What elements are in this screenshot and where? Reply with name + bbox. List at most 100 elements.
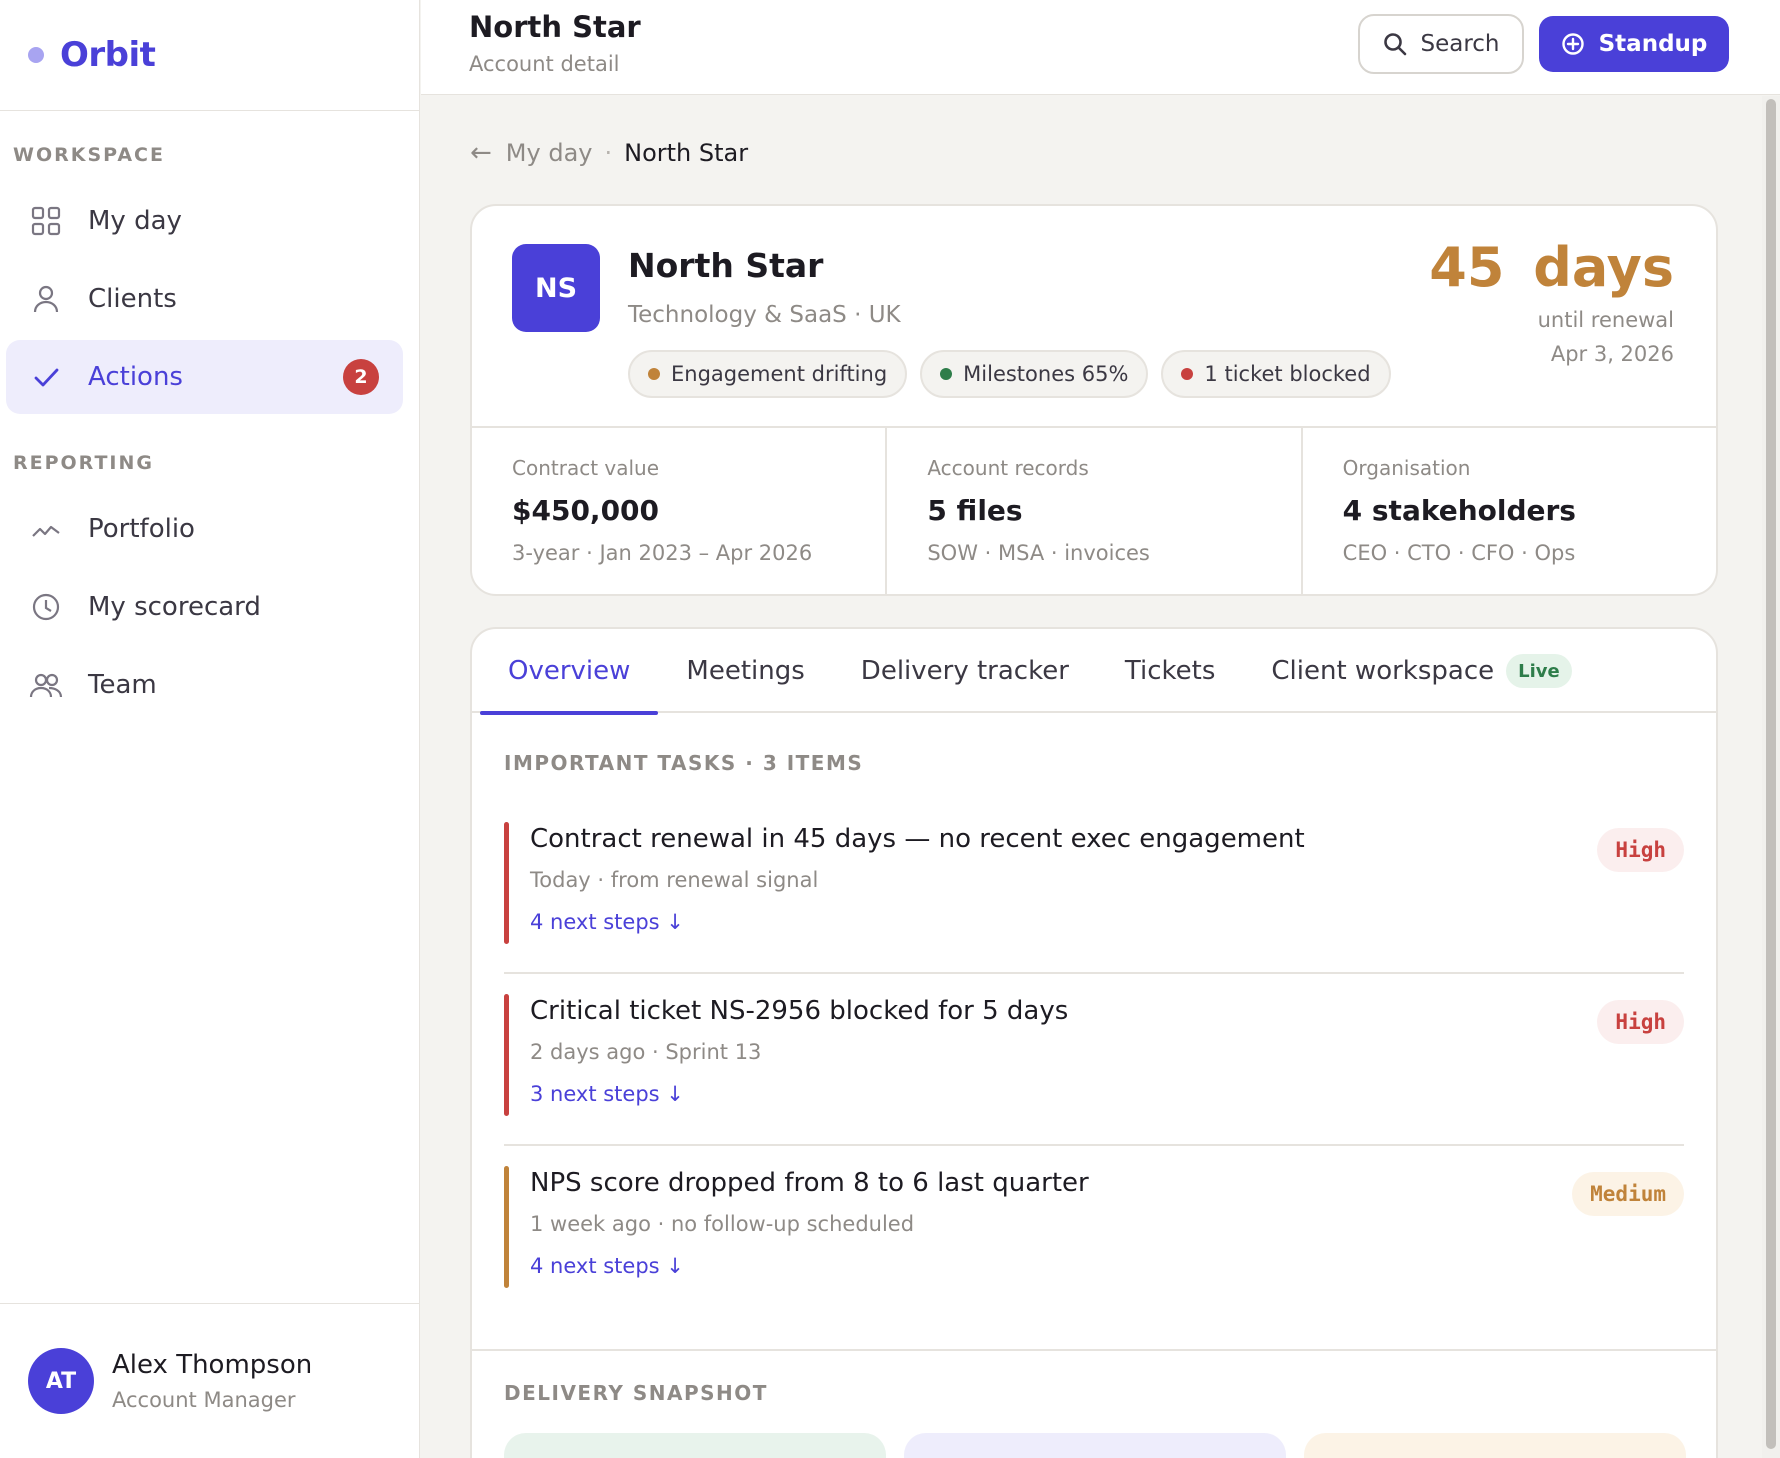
task-item[interactable]: Critical ticket NS-2956 blocked for 5 da… [504,994,1684,1116]
important-tasks-heading: IMPORTANT TASKS · 3 ITEMS [504,751,864,775]
sidebar-item-portfolio[interactable]: Portfolio [6,492,403,566]
stat-organisation[interactable]: Organisation 4 stakeholders CEO · CTO · … [1303,428,1716,594]
trend-icon [28,511,64,547]
user-profile[interactable]: AT Alex Thompson Account Manager [0,1303,419,1458]
stat-contract-value[interactable]: Contract value $450,000 3-year · Jan 202… [472,428,888,594]
task-title: Critical ticket NS-2956 blocked for 5 da… [530,996,1069,1026]
tab-overview[interactable]: Overview [480,629,659,715]
snapshot-tile[interactable] [1304,1433,1686,1458]
standup-button[interactable]: Standup [1539,16,1729,72]
renewal-days: 45 days [1429,236,1674,299]
brand-name: Orbit [60,35,156,75]
sidebar-item-label: Portfolio [88,514,195,544]
tab-label: Tickets [1124,656,1216,686]
status-pill-tickets: 1 ticket blocked [1161,350,1391,398]
snapshot-tile[interactable] [504,1433,886,1458]
actions-count-badge: 2 [343,359,379,395]
next-steps-link[interactable]: 4 next steps ↓ [530,1254,684,1278]
section-label-reporting: REPORTING [13,452,154,474]
status-pill-label: Milestones 65% [963,362,1129,386]
clock-icon [28,589,64,625]
live-badge: Live [1506,654,1572,688]
stat-sub: CEO · CTO · CFO · Ops [1342,541,1576,565]
user-name: Alex Thompson [112,1350,313,1380]
sidebar-item-my-day[interactable]: My day [6,184,403,258]
breadcrumb-link-my-day[interactable]: My day [506,139,593,167]
next-steps-link[interactable]: 4 next steps ↓ [530,910,684,934]
back-arrow-icon[interactable]: ← [470,138,492,168]
tab-label: Client workspace [1271,656,1495,686]
detail-tabs-card: Overview Meetings Delivery tracker Ticke… [470,627,1718,1458]
search-button[interactable]: Search [1358,14,1524,74]
tab-delivery-tracker[interactable]: Delivery tracker [833,629,1097,713]
top-header: North Star Account detail Search Standup [421,0,1780,95]
stat-label: Organisation [1342,456,1471,480]
priority-bar [504,1166,509,1288]
tab-bar: Overview Meetings Delivery tracker Ticke… [472,629,1716,715]
priority-badge: High [1597,828,1684,872]
divider [504,972,1684,974]
standup-button-label: Standup [1598,31,1708,57]
search-icon [1384,33,1407,56]
account-name: North Star [628,246,824,285]
sidebar-item-label: My scorecard [88,592,261,622]
sidebar-item-label: Clients [88,284,177,314]
sidebar-item-my-scorecard[interactable]: My scorecard [6,570,403,644]
account-meta: Technology & SaaS · UK [628,302,901,328]
account-card: NS North Star Technology & SaaS · UK Eng… [470,204,1718,596]
account-status-pills: Engagement drifting Milestones 65% 1 tic… [628,350,1404,398]
tab-label: Meetings [686,656,805,686]
page-title: North Star [469,10,641,44]
sidebar-item-label: Team [88,670,157,700]
tab-meetings[interactable]: Meetings [658,629,832,713]
user-icon [28,281,64,317]
account-logo: NS [512,244,600,332]
divider [504,1144,1684,1146]
snapshot-tile[interactable] [904,1433,1286,1458]
task-item[interactable]: NPS score dropped from 8 to 6 last quart… [504,1166,1684,1288]
next-steps-link[interactable]: 3 next steps ↓ [530,1082,684,1106]
task-meta: 1 week ago · no follow-up scheduled [530,1212,915,1236]
status-dot-icon [1181,368,1194,380]
stat-label: Account records [927,456,1089,480]
status-pill-milestones: Milestones 65% [920,350,1149,398]
sidebar-item-label: My day [88,206,182,236]
delivery-snapshot-heading: DELIVERY SNAPSHOT [504,1381,768,1405]
stat-label: Contract value [512,456,660,480]
sidebar-item-team[interactable]: Team [6,648,403,722]
brand[interactable]: Orbit [0,0,419,111]
task-item[interactable]: Contract renewal in 45 days — no recent … [504,822,1684,944]
status-dot-icon [940,368,953,380]
task-meta: 2 days ago · Sprint 13 [530,1040,762,1064]
tab-client-workspace[interactable]: Client workspace Live [1243,629,1599,713]
page-subtitle: Account detail [469,52,620,76]
sidebar-item-clients[interactable]: Clients [6,262,403,336]
status-dot-icon [648,368,660,380]
sidebar-item-label: Actions [88,362,183,392]
task-title: NPS score dropped from 8 to 6 last quart… [530,1168,1089,1198]
renewal-label: until renewal [1537,308,1674,332]
stat-value: 5 files [927,494,1023,527]
divider [472,1349,1716,1351]
tab-label: Delivery tracker [860,656,1069,686]
priority-bar [504,994,509,1116]
grid-icon [28,203,64,239]
stat-account-records[interactable]: Account records 5 files SOW · MSA · invo… [887,428,1303,594]
stat-value: 4 stakeholders [1342,494,1576,527]
breadcrumb: ← My day · North Star [470,138,748,168]
account-stats: Contract value $450,000 3-year · Jan 202… [472,426,1716,594]
avatar: AT [28,1348,94,1414]
team-icon [28,667,64,703]
status-pill-label: Engagement drifting [671,362,888,386]
tab-tickets[interactable]: Tickets [1097,629,1243,713]
priority-bar [504,822,509,944]
breadcrumb-separator: · [604,139,613,167]
stat-value: $450,000 [512,494,660,527]
renewal-date: Apr 3, 2026 [1550,342,1674,366]
scrollbar[interactable] [1762,96,1780,1458]
scrollbar-thumb[interactable] [1766,99,1776,1449]
tab-label: Overview [508,656,631,686]
task-meta: Today · from renewal signal [530,868,819,892]
status-pill-label: 1 ticket blocked [1204,362,1371,386]
sidebar-item-actions[interactable]: Actions 2 [6,340,403,414]
